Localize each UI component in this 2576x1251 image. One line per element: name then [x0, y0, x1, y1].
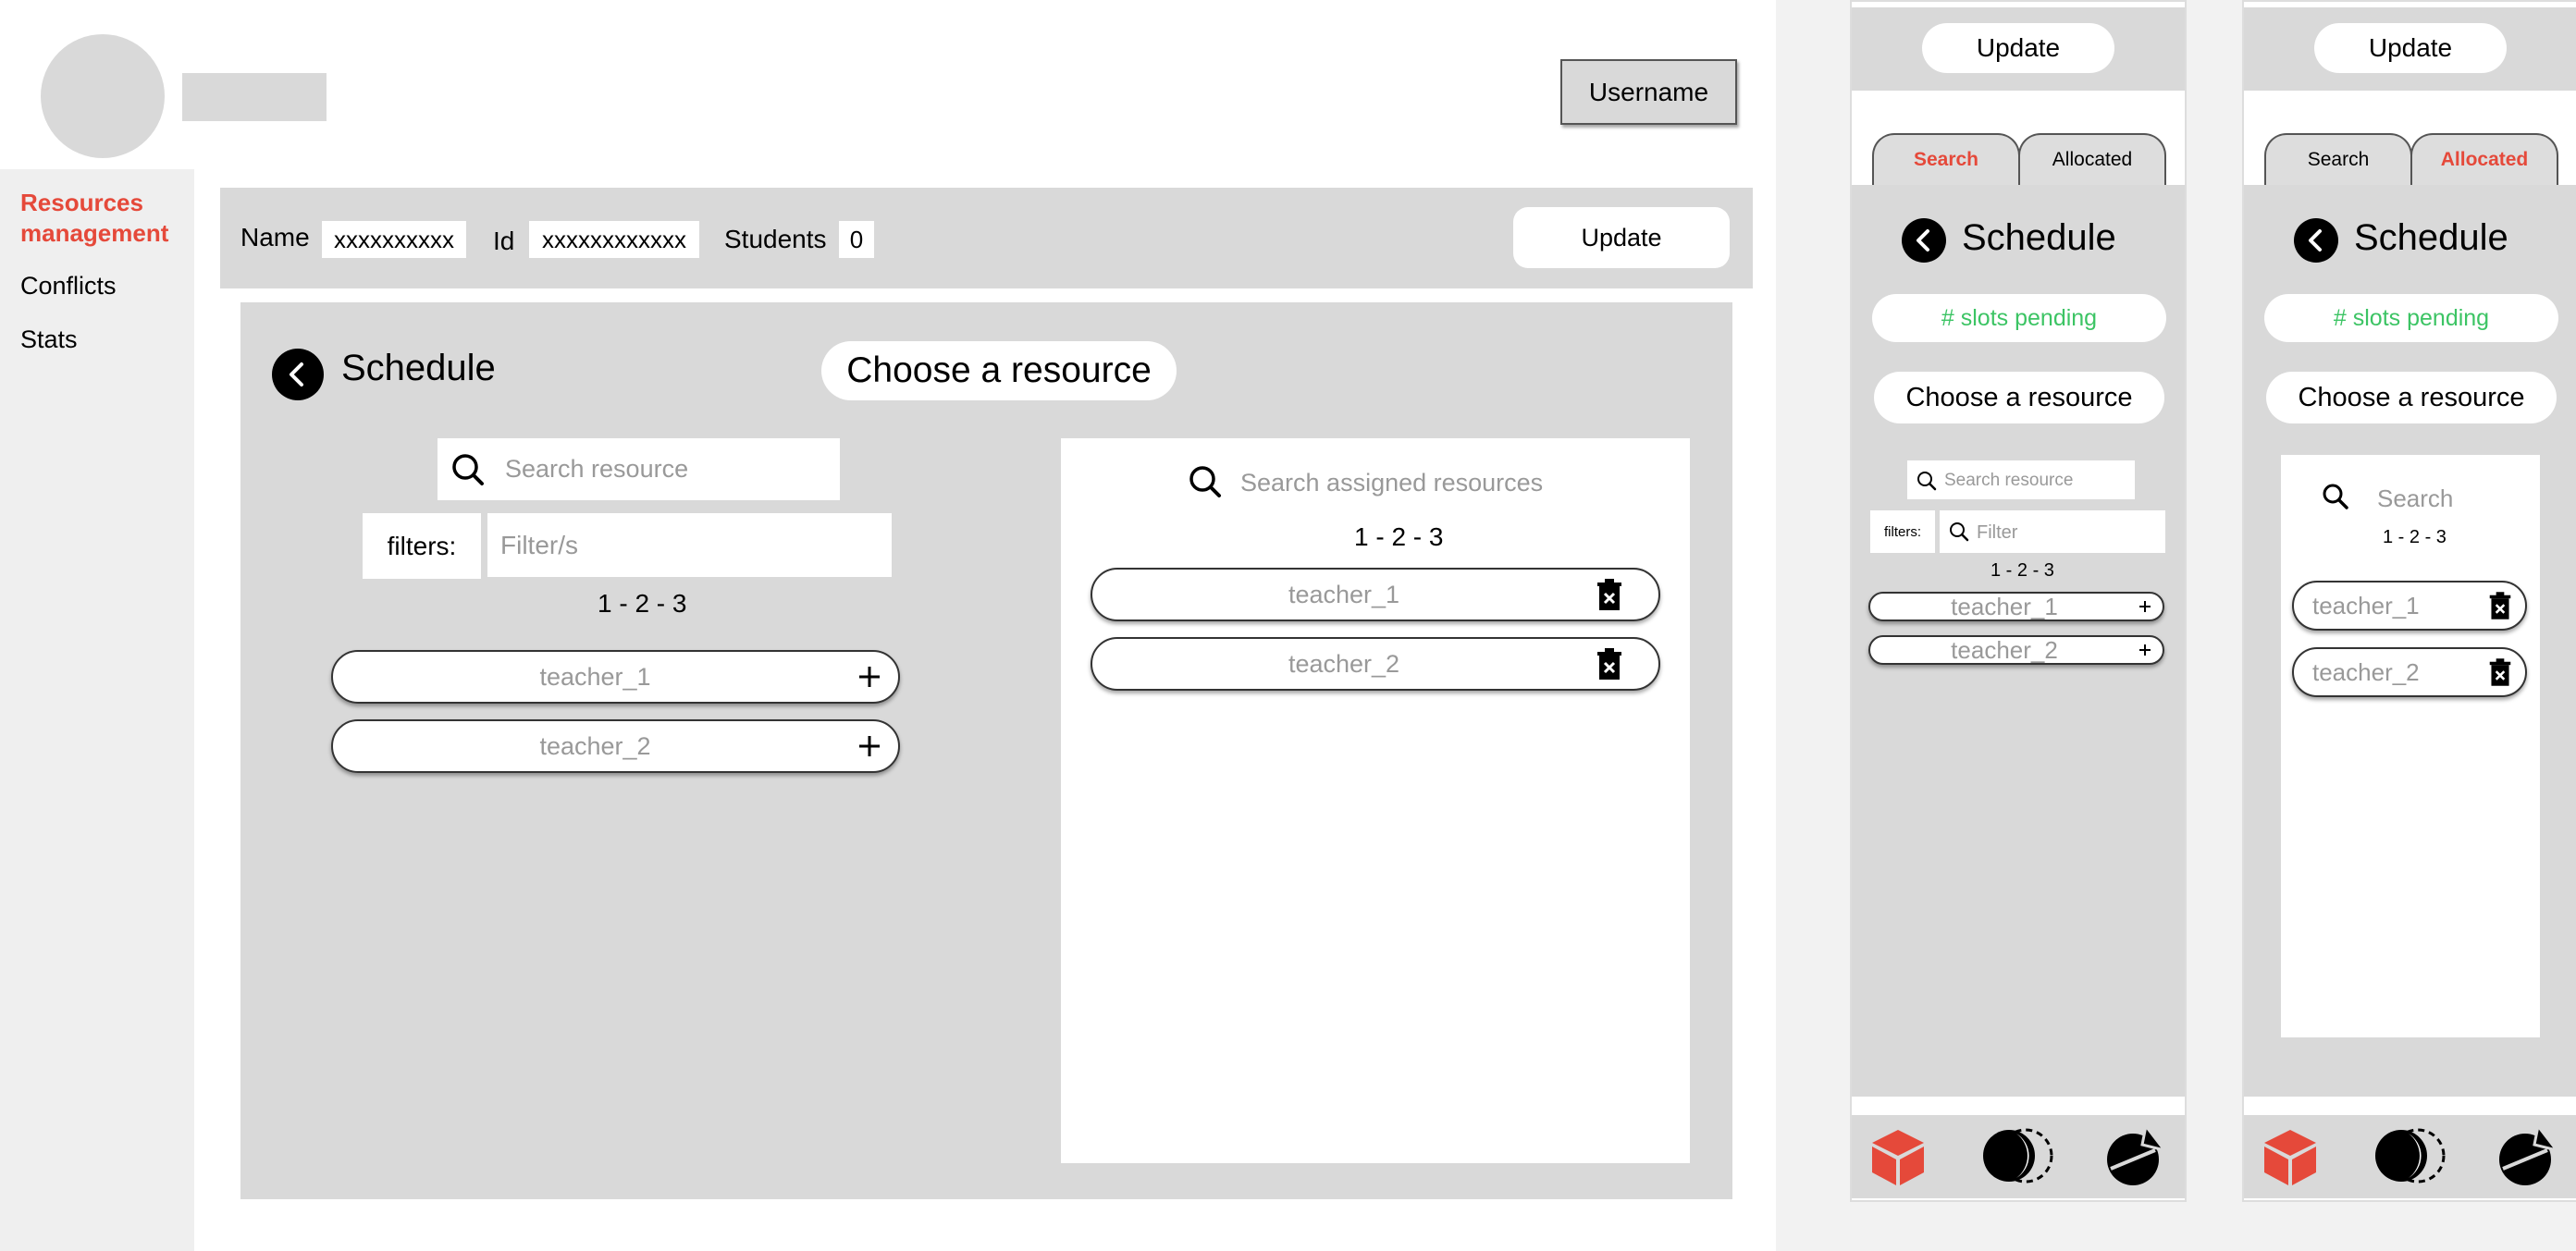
schedule-title: Schedule	[341, 348, 496, 388]
plus-icon[interactable]	[2138, 644, 2151, 656]
tab-bar: Search Allocated	[2264, 133, 2558, 187]
chevron-left-icon	[290, 362, 303, 386]
list-item-label: teacher_2	[539, 731, 651, 760]
tab-allocated[interactable]: Allocated	[2410, 133, 2558, 185]
list-item[interactable]: teacher_2	[331, 719, 900, 773]
back-button[interactable]	[2294, 218, 2338, 263]
filters-label: filters:	[363, 513, 481, 579]
id-value[interactable]: xxxxxxxxxxxx	[529, 221, 699, 258]
search-icon	[1950, 522, 1969, 542]
avatar	[41, 34, 165, 158]
tab-search[interactable]: Search	[2264, 133, 2412, 185]
filter-placeholder: Filter	[1977, 522, 2018, 543]
update-button[interactable]: Update	[1922, 23, 2114, 73]
bottom-nav	[1852, 1115, 2185, 1198]
chevron-left-icon	[1917, 229, 1929, 251]
list-item-label: teacher_2	[2312, 657, 2420, 686]
sidebar-item-resources[interactable]: Resources management	[20, 188, 187, 249]
search-resource-input[interactable]: Search resource	[1907, 460, 2135, 499]
mobile-search-frame: Update Search Allocated Schedule # slots…	[1850, 0, 2187, 1202]
list-item-label: teacher_1	[1288, 580, 1400, 608]
mobile-header: Update	[2244, 7, 2576, 91]
chevron-left-icon	[2309, 229, 2322, 251]
mobile-content: Schedule # slots pending Choose a resour…	[2244, 185, 2576, 1097]
search-icon	[452, 454, 484, 485]
trash-icon[interactable]	[1596, 648, 1623, 680]
list-item-label: teacher_1	[2312, 591, 2420, 619]
list-item-label: teacher_2	[1951, 635, 2058, 664]
tab-allocated[interactable]: Allocated	[2018, 133, 2166, 185]
schedule-panel: Schedule Choose a resource Search resour…	[240, 302, 1732, 1199]
assigned-item[interactable]: teacher_1	[1091, 568, 1660, 621]
search-icon	[2323, 484, 2348, 509]
allocated-panel: Search 1 - 2 - 3 teacher_1 teacher_2	[2281, 455, 2540, 1037]
students-value[interactable]: 0	[839, 221, 874, 258]
allocated-item[interactable]: teacher_2	[2292, 647, 2527, 697]
search-assigned-input[interactable]: Search assigned resources	[1240, 469, 1543, 497]
mobile-header: Update	[1852, 7, 2185, 91]
search-icon	[1189, 466, 1221, 497]
list-item[interactable]: teacher_1	[331, 650, 900, 704]
choose-resource-button[interactable]: Choose a resource	[821, 341, 1177, 400]
list-item-label: teacher_1	[1951, 592, 2058, 620]
bottom-nav	[2244, 1115, 2576, 1198]
search-icon	[1917, 472, 1937, 491]
list-item-label: teacher_2	[1288, 649, 1400, 678]
trash-icon[interactable]	[2488, 592, 2512, 619]
pagination[interactable]: 1 - 2 - 3	[1991, 560, 2054, 582]
pagination[interactable]: 1 - 2 - 3	[598, 589, 686, 619]
mobile-content: Schedule # slots pending Choose a resour…	[1852, 185, 2185, 1097]
plus-icon[interactable]	[857, 665, 881, 689]
update-button[interactable]: Update	[1513, 207, 1730, 268]
trash-icon[interactable]	[1596, 579, 1623, 610]
sidebar-item-conflicts[interactable]: Conflicts	[20, 272, 117, 300]
id-label: Id	[493, 227, 515, 255]
filter-input[interactable]: Filter	[1940, 510, 2165, 553]
back-button[interactable]	[1902, 218, 1946, 263]
user-button[interactable]: Username	[1560, 59, 1737, 125]
choose-resource-button[interactable]: Choose a resource	[1874, 372, 2164, 423]
logo-placeholder	[182, 73, 327, 121]
desktop-frame: Username Resources management Conflicts …	[0, 0, 1776, 1251]
schedule-title: Schedule	[2354, 217, 2508, 258]
plus-icon[interactable]	[2138, 600, 2151, 613]
tab-bar: Search Allocated	[1872, 133, 2166, 187]
update-button[interactable]: Update	[2314, 23, 2507, 73]
search-placeholder: Search resource	[1944, 471, 2074, 490]
slots-pending-badge: # slots pending	[2264, 294, 2558, 342]
filters-input[interactable]: Filter/s	[487, 513, 892, 577]
assigned-panel: Search assigned resources 1 - 2 - 3 teac…	[1061, 438, 1690, 1163]
sidebar-item-stats[interactable]: Stats	[20, 325, 78, 354]
assigned-item[interactable]: teacher_2	[1091, 637, 1660, 691]
name-value[interactable]: xxxxxxxxxx	[322, 221, 466, 258]
sidebar: Resources management Conflicts Stats	[0, 169, 194, 1251]
pie-chart-icon[interactable]	[2496, 1124, 2560, 1187]
search-resource-input[interactable]: Search resource	[438, 438, 840, 500]
students-label: Students	[724, 225, 827, 253]
list-item[interactable]: teacher_1	[1868, 592, 2164, 621]
allocated-item[interactable]: teacher_1	[2292, 581, 2527, 631]
tab-search[interactable]: Search	[1872, 133, 2020, 185]
back-button[interactable]	[272, 349, 324, 400]
name-label: Name	[240, 223, 310, 251]
search-resource-placeholder: Search resource	[505, 455, 689, 483]
moon-eclipse-icon[interactable]	[2370, 1124, 2449, 1187]
plus-icon[interactable]	[857, 734, 881, 758]
filters-label: filters:	[1870, 510, 1935, 553]
cube-icon[interactable]	[2261, 1126, 2320, 1187]
info-bar: Name xxxxxxxxxx Id xxxxxxxxxxxx Students…	[220, 188, 1753, 288]
pagination[interactable]: 1 - 2 - 3	[2383, 527, 2447, 548]
moon-eclipse-icon[interactable]	[1978, 1124, 2057, 1187]
mobile-allocated-frame: Update Search Allocated Schedule # slots…	[2242, 0, 2576, 1202]
list-item[interactable]: teacher_2	[1868, 635, 2164, 665]
schedule-title: Schedule	[1962, 217, 2116, 258]
pie-chart-icon[interactable]	[2103, 1124, 2168, 1187]
assigned-pagination[interactable]: 1 - 2 - 3	[1354, 522, 1443, 552]
choose-resource-button[interactable]: Choose a resource	[2266, 372, 2557, 423]
trash-icon[interactable]	[2488, 658, 2512, 686]
cube-icon[interactable]	[1868, 1126, 1928, 1187]
slots-pending-badge: # slots pending	[1872, 294, 2166, 342]
search-allocated-input[interactable]: Search	[2377, 484, 2453, 513]
list-item-label: teacher_1	[539, 662, 651, 691]
